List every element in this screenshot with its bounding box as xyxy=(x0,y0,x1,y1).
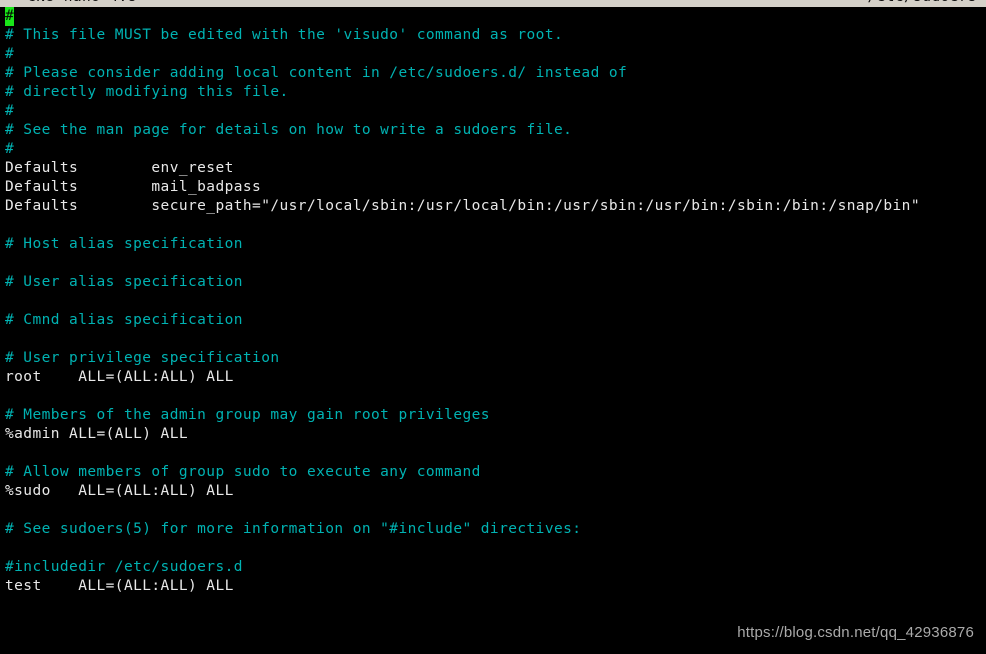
editor-line-text: %admin ALL=(ALL) ALL xyxy=(5,426,188,442)
editor-line[interactable]: # xyxy=(0,45,986,64)
editor-line-text: root ALL=(ALL:ALL) ALL xyxy=(5,369,234,385)
editor-line[interactable]: # xyxy=(0,102,986,121)
editor-line[interactable]: Defaults env_reset xyxy=(0,159,986,178)
editor-line-text: # xyxy=(5,103,15,119)
editor-line[interactable] xyxy=(0,501,986,520)
editor-line-text: # Please consider adding local content i… xyxy=(5,65,628,81)
editor-line-text: # This file MUST be edited with the 'vis… xyxy=(5,27,564,43)
editor-line[interactable]: # Members of the admin group may gain ro… xyxy=(0,406,986,425)
editor-line-text: # User alias specification xyxy=(5,274,243,290)
editor-line[interactable]: # User privilege specification xyxy=(0,349,986,368)
editor-line[interactable]: # xyxy=(0,140,986,159)
editor-line-text: # Cmnd alias specification xyxy=(5,312,243,328)
editor-line[interactable]: # xyxy=(0,7,986,26)
editor-line-text: Defaults env_reset xyxy=(5,160,234,176)
editor-line[interactable]: # User alias specification xyxy=(0,273,986,292)
editor-line[interactable] xyxy=(0,254,986,273)
watermark-url: https://blog.csdn.net/qq_42936876 xyxy=(737,624,974,641)
terminal-window[interactable]: GNU nano 4.8 /etc/sudoers ## This file M… xyxy=(0,0,986,654)
editor-line-text: #includedir /etc/sudoers.d xyxy=(5,559,243,575)
editor-line-text: # User privilege specification xyxy=(5,350,280,366)
editor-line[interactable]: Defaults mail_badpass xyxy=(0,178,986,197)
editor-line[interactable]: # This file MUST be edited with the 'vis… xyxy=(0,26,986,45)
editor-line[interactable]: # Cmnd alias specification xyxy=(0,311,986,330)
editor-line[interactable]: test ALL=(ALL:ALL) ALL xyxy=(0,577,986,596)
editor-line-text: # directly modifying this file. xyxy=(5,84,289,100)
editor-line-text: %sudo ALL=(ALL:ALL) ALL xyxy=(5,483,234,499)
editor-line-text: # Allow members of group sudo to execute… xyxy=(5,464,481,480)
editor-line-text: # See sudoers(5) for more information on… xyxy=(5,521,582,537)
nano-title-bar: GNU nano 4.8 /etc/sudoers xyxy=(0,0,986,7)
editor-line[interactable] xyxy=(0,292,986,311)
editor-line[interactable]: %sudo ALL=(ALL:ALL) ALL xyxy=(0,482,986,501)
editor-line[interactable] xyxy=(0,387,986,406)
editor-line-text: Defaults secure_path="/usr/local/sbin:/u… xyxy=(5,198,920,214)
editor-text-buffer[interactable]: # # This file MUST be edited with the 'vi… xyxy=(0,7,986,596)
editor-line[interactable] xyxy=(0,444,986,463)
editor-line[interactable]: # Allow members of group sudo to execute… xyxy=(0,463,986,482)
nano-file-path-label: /etc/sudoers xyxy=(867,0,977,7)
editor-line[interactable] xyxy=(0,330,986,349)
editor-line[interactable]: # Host alias specification xyxy=(0,235,986,254)
editor-line[interactable]: root ALL=(ALL:ALL) ALL xyxy=(0,368,986,387)
editor-line[interactable] xyxy=(0,539,986,558)
editor-line-text: # xyxy=(5,141,15,157)
nano-version-label: GNU nano 4.8 xyxy=(9,0,137,7)
editor-line-text: # See the man page for details on how to… xyxy=(5,122,573,138)
editor-line[interactable]: #includedir /etc/sudoers.d xyxy=(0,558,986,577)
editor-line[interactable]: # See sudoers(5) for more information on… xyxy=(0,520,986,539)
editor-line-text: # Members of the admin group may gain ro… xyxy=(5,407,490,423)
editor-line[interactable]: # directly modifying this file. xyxy=(0,83,986,102)
editor-line[interactable]: Defaults secure_path="/usr/local/sbin:/u… xyxy=(0,197,986,216)
editor-line[interactable]: # See the man page for details on how to… xyxy=(0,121,986,140)
editor-line-text: # xyxy=(5,46,15,62)
editor-line-text: test ALL=(ALL:ALL) ALL xyxy=(5,578,234,594)
editor-line-text: Defaults mail_badpass xyxy=(5,179,262,195)
editor-line[interactable]: %admin ALL=(ALL) ALL xyxy=(0,425,986,444)
editor-line[interactable]: # Please consider adding local content i… xyxy=(0,64,986,83)
editor-line[interactable] xyxy=(0,216,986,235)
editor-line-text: # Host alias specification xyxy=(5,236,243,252)
text-cursor: # xyxy=(5,7,15,26)
